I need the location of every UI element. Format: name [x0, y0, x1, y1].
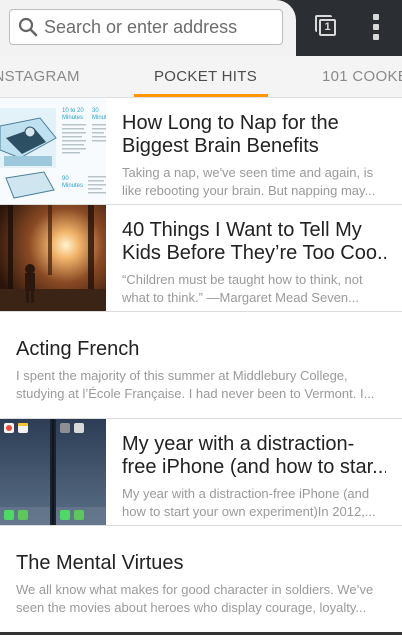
list-item[interactable]: 40 Things I Want to Tell My Kids Before … [0, 205, 402, 312]
thumb-label: 90 [62, 176, 69, 182]
child-forest-photo [0, 205, 106, 311]
nap-infographic-image: 10 to 20 Minutes 30 Minutes 90 Minutes [0, 98, 106, 204]
pocket-hits-list: 10 to 20 Minutes 30 Minutes 90 Minutes [0, 98, 402, 633]
article-text: How Long to Nap for the Biggest Brain Be… [122, 112, 386, 200]
title-line: My year with a distraction- [122, 433, 355, 455]
article-description: We all know what makes for good characte… [16, 582, 374, 615]
tab-101-cookbooks[interactable]: 101 COOKBOOKS [322, 68, 402, 85]
menu-dot-icon [373, 24, 379, 30]
list-item[interactable]: The Mental Virtues We all know what make… [0, 526, 402, 633]
thumb-label: Minutes [92, 115, 106, 121]
article-text: 40 Things I Want to Tell My Kids Before … [122, 219, 386, 307]
title-line: How Long to Nap for the [122, 112, 339, 134]
article-thumbnail [0, 419, 106, 525]
article-description: “Children must be taught how to think, n… [122, 272, 363, 305]
article-title: 40 Things I Want to Tell My Kids Before … [122, 219, 386, 265]
menu-dot-icon [373, 34, 379, 40]
thumb-label: 30 [92, 108, 99, 114]
list-item[interactable]: My year with a distraction- free iPhone … [0, 419, 402, 526]
article-description: My year with a distraction-free iPhone (… [122, 486, 376, 519]
article-text: My year with a distraction- free iPhone … [122, 433, 386, 521]
search-input[interactable] [44, 16, 274, 38]
tab-pocket-hits[interactable]: POCKET HITS [154, 68, 257, 85]
search-icon [18, 17, 38, 37]
thumb-label: Minutes [62, 183, 83, 189]
article-text: Acting French I spent the majority of th… [16, 338, 386, 403]
menu-button[interactable] [366, 12, 386, 42]
article-text: The Mental Virtues We all know what make… [16, 552, 386, 617]
thumb-label: Minutes [62, 115, 83, 121]
article-thumbnail [0, 205, 106, 311]
thumb-label: 10 to 20 [62, 108, 84, 114]
list-item[interactable]: 10 to 20 Minutes 30 Minutes 90 Minutes [0, 98, 402, 205]
url-bar[interactable] [9, 9, 283, 45]
article-title: My year with a distraction- free iPhone … [122, 433, 386, 479]
list-item[interactable]: Acting French I spent the majority of th… [0, 312, 402, 419]
article-thumbnail: 10 to 20 Minutes 30 Minutes 90 Minutes [0, 98, 106, 204]
tabs-button[interactable]: 1 [314, 14, 340, 40]
title-line: 40 Things I Want to Tell My [122, 219, 362, 241]
article-description: I spent the majority of this summer at M… [16, 368, 375, 401]
home-panel-tabs: INSTAGRAM POCKET HITS 101 COOKBOOKS [0, 56, 402, 98]
title-line: Kids Before They’re Too Coo... [122, 242, 386, 264]
title-line: free iPhone (and how to star... [122, 456, 386, 478]
tabs-count: 1 [319, 19, 336, 36]
article-description: Taking a nap, we've seen time and again,… [122, 165, 376, 198]
browser-toolbar: 1 [0, 0, 402, 56]
article-title: Acting French [16, 338, 140, 360]
menu-dot-icon [373, 14, 379, 20]
title-line: Biggest Brain Benefits [122, 135, 319, 157]
article-title: How Long to Nap for the Biggest Brain Be… [122, 112, 386, 158]
iphone-homescreen-image [0, 419, 106, 525]
tab-instagram[interactable]: INSTAGRAM [0, 68, 80, 85]
article-title: The Mental Virtues [16, 552, 184, 574]
url-bar-container [0, 0, 296, 56]
